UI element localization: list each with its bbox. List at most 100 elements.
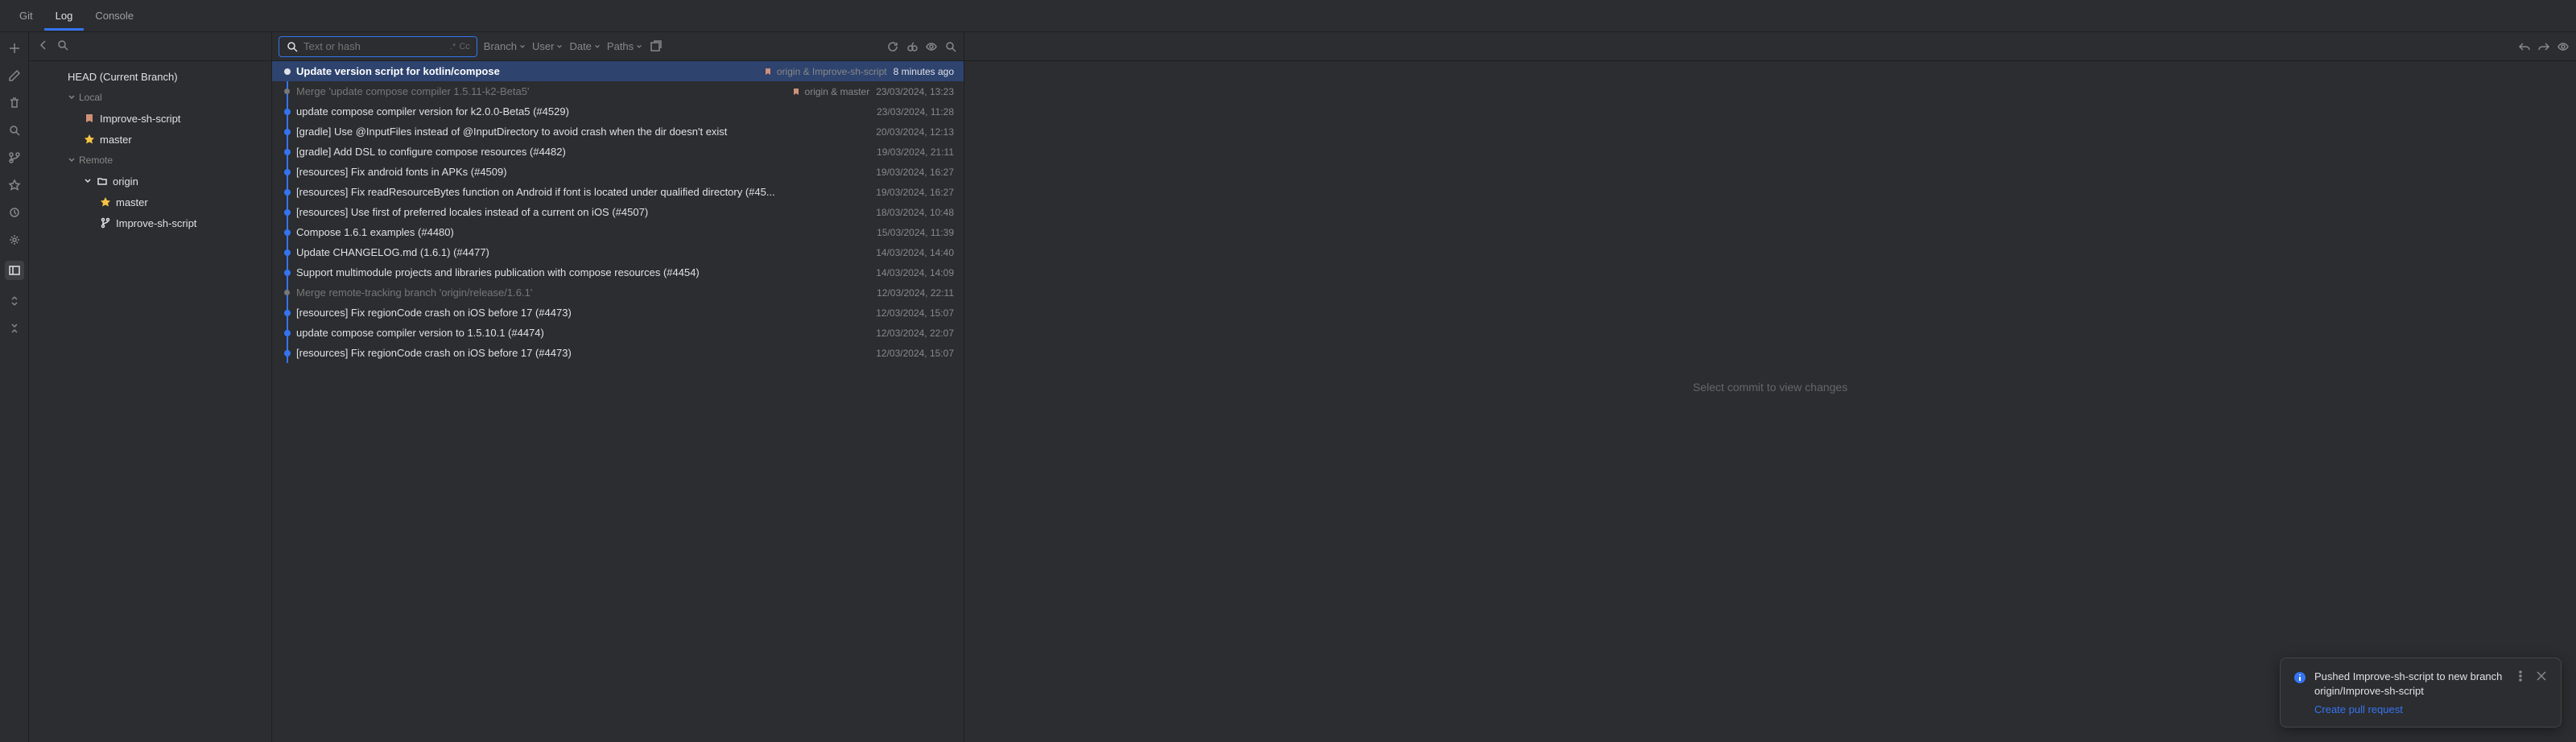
commit-row[interactable]: [gradle] Add DSL to configure compose re… [272,142,964,162]
commit-date: 19/03/2024, 16:27 [876,167,954,178]
tab-console[interactable]: Console [84,2,145,30]
filter-date[interactable]: Date [569,40,600,52]
commit-row[interactable]: Compose 1.6.1 examples (#4480)15/03/2024… [272,222,964,242]
commit-date: 19/03/2024, 16:27 [876,187,954,198]
commit-date: 20/03/2024, 12:13 [876,126,954,138]
folder-icon [97,175,108,187]
cherry-pick-icon[interactable] [906,40,919,53]
commit-date: 12/03/2024, 22:07 [876,328,954,339]
open-external-icon[interactable] [649,40,662,53]
local-group[interactable]: Local [29,87,271,108]
commit-row[interactable]: update compose compiler version to 1.5.1… [272,323,964,343]
refresh-icon[interactable] [886,40,899,53]
bookmark-icon [84,113,95,124]
collapse-icon[interactable] [8,322,21,335]
commit-message: [gradle] Use @InputFiles instead of @Inp… [296,126,869,138]
commit-message: [resources] Fix regionCode crash on iOS … [296,347,869,359]
expand-icon[interactable] [8,295,21,307]
push-toast: Pushed Improve-sh-script to new branch o… [2280,657,2562,728]
commit-message: [resources] Fix android fonts in APKs (#… [296,166,869,178]
remote-group[interactable]: Remote [29,150,271,171]
branch-icon[interactable] [8,151,21,164]
top-tabs: Git Log Console [0,0,2576,32]
commit-row[interactable]: Update CHANGELOG.md (1.6.1) (#4477)14/03… [272,242,964,262]
commit-date: 18/03/2024, 10:48 [876,207,954,218]
find-icon[interactable] [944,40,957,53]
commit-message: update compose compiler version to 1.5.1… [296,327,869,339]
close-icon[interactable] [2535,670,2548,685]
local-branch-improve[interactable]: Improve-sh-script [29,108,271,129]
commit-message: update compose compiler version for k2.0… [296,105,870,117]
star-icon[interactable] [8,179,21,192]
head-branch-row[interactable]: HEAD (Current Branch) [29,66,271,87]
commit-date: 15/03/2024, 11:39 [877,227,954,238]
search-icon[interactable] [8,124,21,137]
pencil-icon[interactable] [8,69,21,82]
trash-icon[interactable] [8,97,21,109]
left-icon-bar [0,32,29,742]
chevron-down-icon [68,93,76,101]
remote-branch-master[interactable]: master [29,192,271,212]
commit-row[interactable]: update compose compiler version for k2.0… [272,101,964,122]
gear-icon[interactable] [8,233,21,246]
toast-title: Pushed Improve-sh-script to new branch o… [2314,670,2506,699]
filter-user[interactable]: User [532,40,563,52]
commit-row[interactable]: [gradle] Use @InputFiles instead of @Inp… [272,122,964,142]
commit-date: 12/03/2024, 22:11 [877,287,954,299]
commit-row[interactable]: [resources] Use first of preferred local… [272,202,964,222]
commit-row[interactable]: Support multimodule projects and librari… [272,262,964,282]
local-branch-master[interactable]: master [29,129,271,150]
star-icon [84,134,95,145]
remote-origin[interactable]: origin [29,171,271,192]
detail-panel: Select commit to view changes Pushed Imp… [964,32,2576,742]
info-icon [2293,671,2306,684]
commit-message: [resources] Fix regionCode crash on iOS … [296,307,869,319]
chevron-down-icon [84,177,92,185]
branch-icon [100,217,111,229]
redo-icon[interactable] [2537,40,2550,53]
commit-message: Update version script for kotlin/compose [296,65,758,77]
head-label: HEAD (Current Branch) [68,71,178,83]
plus-icon[interactable] [8,42,21,55]
commit-row[interactable]: [resources] Fix android fonts in APKs (#… [272,162,964,182]
commit-row[interactable]: [resources] Fix readResourceBytes functi… [272,182,964,202]
commit-row[interactable]: Update version script for kotlin/compose… [272,61,964,81]
commit-message: Support multimodule projects and librari… [296,266,869,278]
star-icon [100,196,111,208]
remote-branch-improve[interactable]: Improve-sh-script [29,212,271,233]
detail-placeholder: Select commit to view changes [1693,381,1847,394]
commit-message: Update CHANGELOG.md (1.6.1) (#4477) [296,246,869,258]
commit-message: [gradle] Add DSL to configure compose re… [296,146,870,158]
chevron-down-icon [68,156,76,164]
toast-link[interactable]: Create pull request [2314,703,2506,715]
undo-icon[interactable] [2518,40,2531,53]
commit-message: Merge remote-tracking branch 'origin/rel… [296,286,870,299]
eye-icon[interactable] [2557,40,2570,53]
filter-branch[interactable]: Branch [484,40,526,52]
branches-panel: HEAD (Current Branch) Local Improve-sh-s… [29,32,272,742]
filter-icon[interactable] [8,206,21,219]
commit-message: [resources] Use first of preferred local… [296,206,869,218]
tab-log[interactable]: Log [44,2,85,30]
layout-icon[interactable] [5,261,24,280]
eye-icon[interactable] [925,40,938,53]
commit-log-panel: .*Cc Branch User Date Paths Update versi… [272,32,964,742]
search-icon [286,40,299,53]
commit-date: 14/03/2024, 14:09 [876,267,954,278]
commit-row[interactable]: [resources] Fix regionCode crash on iOS … [272,343,964,363]
commit-row[interactable]: Merge remote-tracking branch 'origin/rel… [272,282,964,303]
commit-message: [resources] Fix readResourceBytes functi… [296,186,869,198]
search-box[interactable]: .*Cc [279,36,477,57]
commit-date: 23/03/2024, 11:28 [877,106,954,117]
commit-tags: origin & master [792,86,870,97]
collapse-panel-icon[interactable] [37,39,50,54]
filter-paths[interactable]: Paths [607,40,642,52]
commit-message: Merge 'update compose compiler 1.5.11-k2… [296,85,786,97]
search-branches-icon[interactable] [56,39,69,54]
commit-row[interactable]: Merge 'update compose compiler 1.5.11-k2… [272,81,964,101]
commit-date: 8 minutes ago [894,66,954,77]
commit-row[interactable]: [resources] Fix regionCode crash on iOS … [272,303,964,323]
tab-git[interactable]: Git [8,2,44,30]
search-input[interactable] [303,40,445,52]
more-icon[interactable] [2514,670,2527,685]
